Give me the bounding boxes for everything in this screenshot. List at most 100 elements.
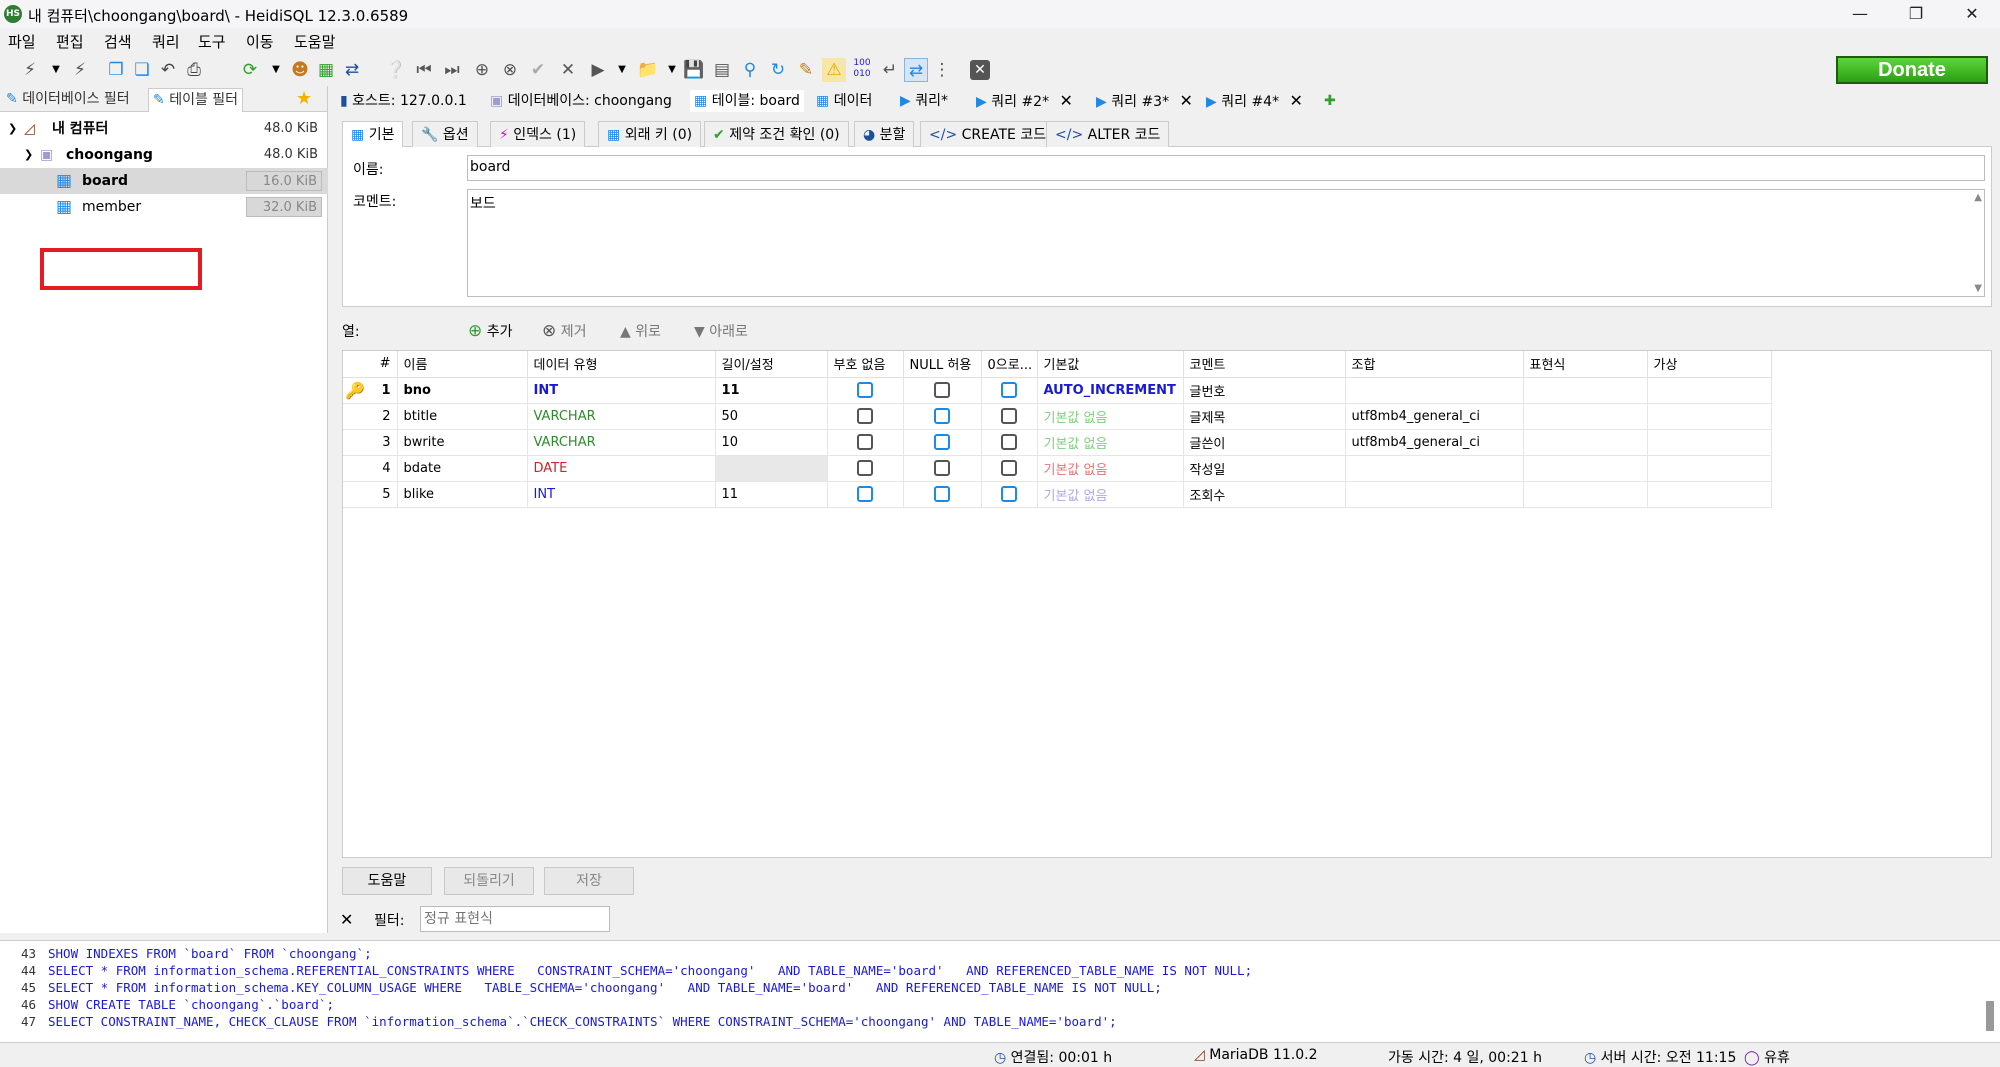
table-row[interactable]: 5 blike INT 11 기본값 없음 조회수 bbox=[343, 481, 1772, 508]
cell-unsigned[interactable] bbox=[827, 403, 904, 430]
cell-virtuality[interactable] bbox=[1647, 403, 1772, 430]
chevron-down-icon[interactable]: ❯ bbox=[24, 142, 33, 168]
header-length[interactable]: 길이/설정 bbox=[715, 351, 828, 378]
cell-type[interactable]: DATE bbox=[527, 455, 716, 482]
table-row[interactable]: 🔑 1 bno INT 11 AUTO_INCREMENT 글번호 bbox=[343, 377, 1772, 404]
tab-query-3[interactable]: ▶ 쿼리 #3* ✕ bbox=[1096, 90, 1193, 112]
tab-create-code[interactable]: </> CREATE 코드 bbox=[920, 121, 1056, 147]
insert-record-icon[interactable]: ⊕ bbox=[470, 58, 494, 82]
close-tab-icon[interactable]: ✕ bbox=[1180, 91, 1193, 110]
cell-comment[interactable]: 작성일 bbox=[1183, 455, 1346, 482]
format-sql-icon[interactable]: ✎ bbox=[794, 58, 818, 82]
cell-type[interactable]: INT bbox=[527, 377, 716, 404]
tree-node-member[interactable]: ▦ member 32.0 KiB bbox=[0, 194, 328, 220]
menu-query[interactable]: 쿼리 bbox=[152, 28, 180, 52]
tab-database[interactable]: ▣ 데이터베이스: choongang bbox=[490, 90, 672, 112]
cell-unsigned[interactable] bbox=[827, 481, 904, 508]
cell-default[interactable]: 기본값 없음 bbox=[1037, 455, 1184, 482]
tab-query-2[interactable]: ▶ 쿼리 #2* ✕ bbox=[976, 90, 1073, 112]
cell-zerofill[interactable] bbox=[981, 481, 1038, 508]
tree-node-my-computer[interactable]: ❯ ◿ 내 컴퓨터 48.0 KiB bbox=[0, 116, 328, 142]
save-as-icon[interactable]: ▤ bbox=[710, 58, 734, 82]
cell-allow-null[interactable] bbox=[903, 455, 982, 482]
header-datatype[interactable]: 데이터 유형 bbox=[527, 351, 716, 378]
cell-default[interactable]: AUTO_INCREMENT bbox=[1037, 377, 1184, 404]
undo-icon[interactable]: ↶ bbox=[156, 58, 180, 82]
menu-file[interactable]: 파일 bbox=[8, 28, 36, 52]
cell-name[interactable]: bwrite bbox=[397, 429, 528, 456]
cell-virtuality[interactable] bbox=[1647, 429, 1772, 456]
cell-default[interactable]: 기본값 없음 bbox=[1037, 429, 1184, 456]
allow-null-checkbox[interactable] bbox=[934, 382, 950, 398]
cell-comment[interactable]: 글제목 bbox=[1183, 403, 1346, 430]
new-query-tab-icon[interactable]: ✚ bbox=[1324, 90, 1336, 112]
connect-icon[interactable]: ⚡ bbox=[18, 58, 42, 82]
menu-edit[interactable]: 편집 bbox=[56, 28, 84, 52]
allow-null-checkbox[interactable] bbox=[934, 408, 950, 424]
refresh-dropdown-icon[interactable]: ▼ bbox=[264, 58, 288, 82]
cell-allow-null[interactable] bbox=[903, 481, 982, 508]
table-row[interactable]: 4 bdate DATE 기본값 없음 작성일 bbox=[343, 455, 1772, 482]
cell-comment[interactable]: 글번호 bbox=[1183, 377, 1346, 404]
save-file-icon[interactable]: 💾 bbox=[682, 58, 706, 82]
favorites-star-icon[interactable]: ★ bbox=[296, 88, 312, 112]
help-icon[interactable]: ❔ bbox=[384, 58, 408, 82]
tab-table[interactable]: ▦ 테이블: board bbox=[690, 90, 804, 112]
cell-unsigned[interactable] bbox=[827, 429, 904, 456]
find-icon[interactable]: ⚲ bbox=[738, 58, 762, 82]
cell-virtuality[interactable] bbox=[1647, 481, 1772, 508]
sql-log-panel[interactable]: 43 SHOW INDEXES FROM `board` FROM `choong… bbox=[0, 940, 2000, 1042]
zerofill-checkbox[interactable] bbox=[1001, 486, 1017, 502]
zerofill-checkbox[interactable] bbox=[1001, 434, 1017, 450]
table-row[interactable]: 2 btitle VARCHAR 50 기본값 없음 글제목 utf8mb4_g… bbox=[343, 403, 1772, 430]
tab-data[interactable]: ▦ 데이터 bbox=[816, 90, 872, 112]
unsigned-checkbox[interactable] bbox=[857, 486, 873, 502]
allow-null-checkbox[interactable] bbox=[934, 434, 950, 450]
wrap-icon[interactable]: ↵ bbox=[878, 58, 902, 82]
cell-zerofill[interactable] bbox=[981, 429, 1038, 456]
zerofill-checkbox[interactable] bbox=[1001, 460, 1017, 476]
scroll-up-icon[interactable]: ▲ bbox=[1974, 192, 1982, 203]
transfer-icon[interactable]: ⇄ bbox=[340, 58, 364, 82]
header-collation[interactable]: 조합 bbox=[1345, 351, 1524, 378]
open-folder-icon[interactable]: 📁 bbox=[636, 58, 660, 82]
sync-icon[interactable]: ⇄ bbox=[904, 58, 928, 82]
tab-host[interactable]: ▮ 호스트: 127.0.0.1 bbox=[340, 90, 467, 112]
delete-record-icon[interactable]: ⊗ bbox=[498, 58, 522, 82]
cell-expression[interactable] bbox=[1523, 403, 1648, 430]
add-column-button[interactable]: ⊕ 추가 bbox=[468, 321, 512, 341]
cell-zerofill[interactable] bbox=[981, 377, 1038, 404]
tab-alter-code[interactable]: </> ALTER 코드 bbox=[1046, 121, 1170, 147]
table-filter-tab[interactable]: ✎ 테이블 필터 bbox=[148, 88, 244, 112]
header-name[interactable]: 이름 bbox=[397, 351, 528, 378]
table-row[interactable]: 3 bwrite VARCHAR 10 기본값 없음 글쓴이 utf8mb4_g… bbox=[343, 429, 1772, 456]
tab-indexes[interactable]: ⚡ 인덱스 (1) bbox=[490, 121, 586, 147]
tab-check-constraints[interactable]: ✔ 제약 조건 확인 (0) bbox=[704, 121, 849, 147]
cell-length[interactable] bbox=[715, 455, 828, 482]
database-filter-tab[interactable]: ✎ 데이터베이스 필터 bbox=[6, 88, 130, 112]
cell-comment[interactable]: 조회수 bbox=[1183, 481, 1346, 508]
dropdown-arrow-icon[interactable]: ▼ bbox=[44, 58, 68, 82]
header-num[interactable]: # bbox=[343, 351, 398, 378]
cell-collation[interactable]: utf8mb4_general_ci bbox=[1345, 429, 1524, 456]
tab-query-4[interactable]: ▶ 쿼리 #4* ✕ bbox=[1206, 90, 1303, 112]
filter-input[interactable] bbox=[420, 906, 610, 932]
zerofill-checkbox[interactable] bbox=[1001, 408, 1017, 424]
cell-expression[interactable] bbox=[1523, 429, 1648, 456]
table-name-input[interactable]: board bbox=[467, 155, 1985, 181]
export-icon[interactable]: ▦ bbox=[314, 58, 338, 82]
allow-null-checkbox[interactable] bbox=[934, 460, 950, 476]
tab-partitions[interactable]: ◕ 분할 bbox=[854, 121, 915, 147]
last-record-icon[interactable]: ⏭ bbox=[440, 58, 464, 82]
cell-length[interactable]: 11 bbox=[715, 481, 828, 508]
cell-unsigned[interactable] bbox=[827, 455, 904, 482]
header-comment[interactable]: 코멘트 bbox=[1183, 351, 1346, 378]
cell-collation[interactable] bbox=[1345, 455, 1524, 482]
cell-zerofill[interactable] bbox=[981, 455, 1038, 482]
tab-options[interactable]: 🔧 옵션 bbox=[412, 121, 478, 147]
cell-expression[interactable] bbox=[1523, 455, 1648, 482]
cell-length[interactable]: 50 bbox=[715, 403, 828, 430]
close-tab-icon[interactable]: ✕ bbox=[970, 60, 990, 80]
cell-zerofill[interactable] bbox=[981, 403, 1038, 430]
tree-node-board[interactable]: ▦ board 16.0 KiB bbox=[0, 168, 328, 194]
